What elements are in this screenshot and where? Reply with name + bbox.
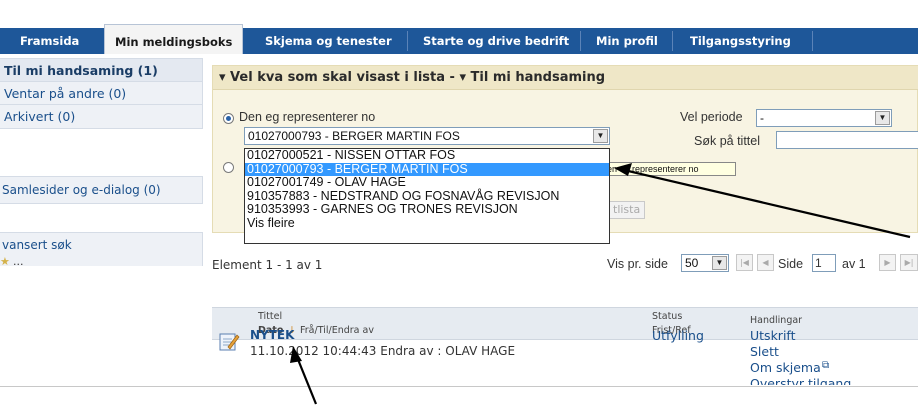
nav-separator — [672, 31, 673, 51]
dropdown-option[interactable]: 01027000521 - NISSEN OTTAR FOS — [245, 148, 609, 163]
row-meta: 11.10.2012 10:44:43 Endra av : OLAV HAGE — [250, 344, 516, 358]
period-label: Vel periode — [680, 110, 743, 124]
column-status[interactable]: Status — [652, 311, 682, 323]
sidebar-item-arkivert[interactable]: Arkivert (0) — [0, 105, 202, 128]
tab-starte-og-drive-bedrift[interactable]: Starte og drive bedrift — [413, 28, 579, 54]
per-page-label: Vis pr. side — [607, 257, 668, 271]
nav-separator — [812, 31, 813, 51]
column-handlingar: Handlingar — [750, 315, 803, 326]
radio-den-eg-representerer[interactable] — [223, 113, 234, 124]
page-divider — [0, 386, 918, 387]
top-navigation: Framsida Min meldingsboks Skjema og tene… — [0, 24, 918, 54]
chevron-down-icon[interactable]: ▼ — [593, 129, 608, 143]
advanced-search-link[interactable]: vansert søk — [2, 238, 72, 252]
sidebar-samlesider-box: Samlesider og e-dialog (0) — [0, 176, 203, 204]
nav-separator — [580, 31, 581, 51]
radio-other[interactable] — [223, 162, 234, 173]
last-page-icon[interactable]: ▶| — [900, 254, 918, 271]
filter-panel-title[interactable]: ▾ Vel kva som skal visast i lista - ▾ Ti… — [213, 66, 918, 90]
tab-skjema-og-tenester[interactable]: Skjema og tenester — [255, 28, 402, 54]
action-slett[interactable]: Slett — [750, 344, 779, 359]
dropdown-option[interactable]: 910357883 - NEDSTRAND OG FOSNAVÅG REVISJ… — [245, 189, 609, 204]
chevron-down-icon[interactable]: ▼ — [712, 256, 727, 270]
sidebar-item-samlesider[interactable]: Samlesider og e-dialog (0) — [2, 183, 161, 197]
tab-framsida[interactable]: Framsida — [10, 28, 89, 54]
period-select-value: - — [760, 111, 764, 125]
sidebar-item-ventar-pa-andre[interactable]: Ventar på andre (0) — [0, 82, 202, 105]
dropdown-option[interactable]: 01027001749 - OLAV HAGE — [245, 176, 609, 190]
tab-min-profil[interactable]: Min profil — [586, 28, 668, 54]
representative-select-value: 01027000793 - BERGER MARTIN FOS — [248, 129, 460, 143]
annotation-arrow-line — [295, 356, 318, 405]
star-icon: ★ — [0, 255, 10, 268]
representative-dropdown-list: 01027000521 - NISSEN OTTAR FOS 010270007… — [244, 148, 610, 244]
results-table-header: Tittel Dato ↓ Frå/Til/Endra av Status Fr… — [212, 307, 918, 340]
show-list-button[interactable]: tlista — [608, 201, 646, 219]
chevron-down-icon[interactable]: ▼ — [875, 111, 890, 125]
dropdown-option-selected[interactable]: 01027000793 - BERGER MARTIN FOS — [245, 162, 609, 177]
nav-separator — [407, 31, 408, 51]
tab-min-meldingsboks[interactable]: Min meldingsboks — [104, 24, 244, 54]
tab-tilgangsstyring[interactable]: Tilgangsstyring — [680, 28, 801, 54]
next-page-icon[interactable]: ▶ — [879, 254, 896, 271]
row-status: Utfylling — [652, 328, 704, 343]
search-title-input[interactable] — [776, 131, 918, 149]
radio-label-den-eg-representerer: Den eg representerer no — [239, 110, 376, 124]
page-input[interactable]: 1 — [812, 254, 836, 272]
action-utskrift[interactable]: Utskrift — [750, 328, 796, 343]
action-om-skjema[interactable]: Om skjema — [750, 360, 821, 375]
search-title-label: Søk på tittel — [694, 134, 760, 148]
per-page-value: 50 — [685, 256, 699, 270]
first-page-icon[interactable]: |◀ — [736, 254, 753, 271]
sidebar-item-til-mi-handsaming[interactable]: Til mi handsaming (1) — [0, 59, 202, 82]
row-title-link[interactable]: NYTEK — [250, 328, 294, 342]
form-edit-icon — [219, 333, 240, 351]
dropdown-option[interactable]: 910353993 - GARNES OG TRONES REVISJON — [245, 203, 609, 217]
tooltip: en eg representerer no — [604, 162, 736, 176]
per-page-select[interactable]: 50 ▼ — [681, 254, 729, 272]
dropdown-option-show-more[interactable]: Vis fleire — [245, 216, 609, 231]
column-tittel[interactable]: Tittel — [258, 311, 282, 323]
element-count: Element 1 - 1 av 1 — [212, 258, 323, 272]
previous-page-icon[interactable]: ◀ — [757, 254, 774, 271]
page-of-label: av 1 — [842, 257, 866, 271]
representative-select[interactable]: 01027000793 - BERGER MARTIN FOS ▼ — [244, 127, 610, 145]
sidebar: Til mi handsaming (1) Ventar på andre (0… — [0, 58, 203, 129]
favorite-placeholder[interactable]: ... — [13, 255, 24, 268]
column-fra-til[interactable]: Frå/Til/Endra av — [300, 325, 374, 337]
page-label: Side — [778, 257, 804, 271]
sidebar-search-box: vansert søk ★ ... — [0, 232, 203, 268]
sidebar-folders: Til mi handsaming (1) Ventar på andre (0… — [0, 58, 203, 129]
period-select[interactable]: - ▼ — [756, 109, 892, 127]
action-overstyr-tilgang[interactable]: Overstyr tilgang — [750, 376, 851, 385]
external-link-icon: ⧉ — [822, 360, 830, 371]
